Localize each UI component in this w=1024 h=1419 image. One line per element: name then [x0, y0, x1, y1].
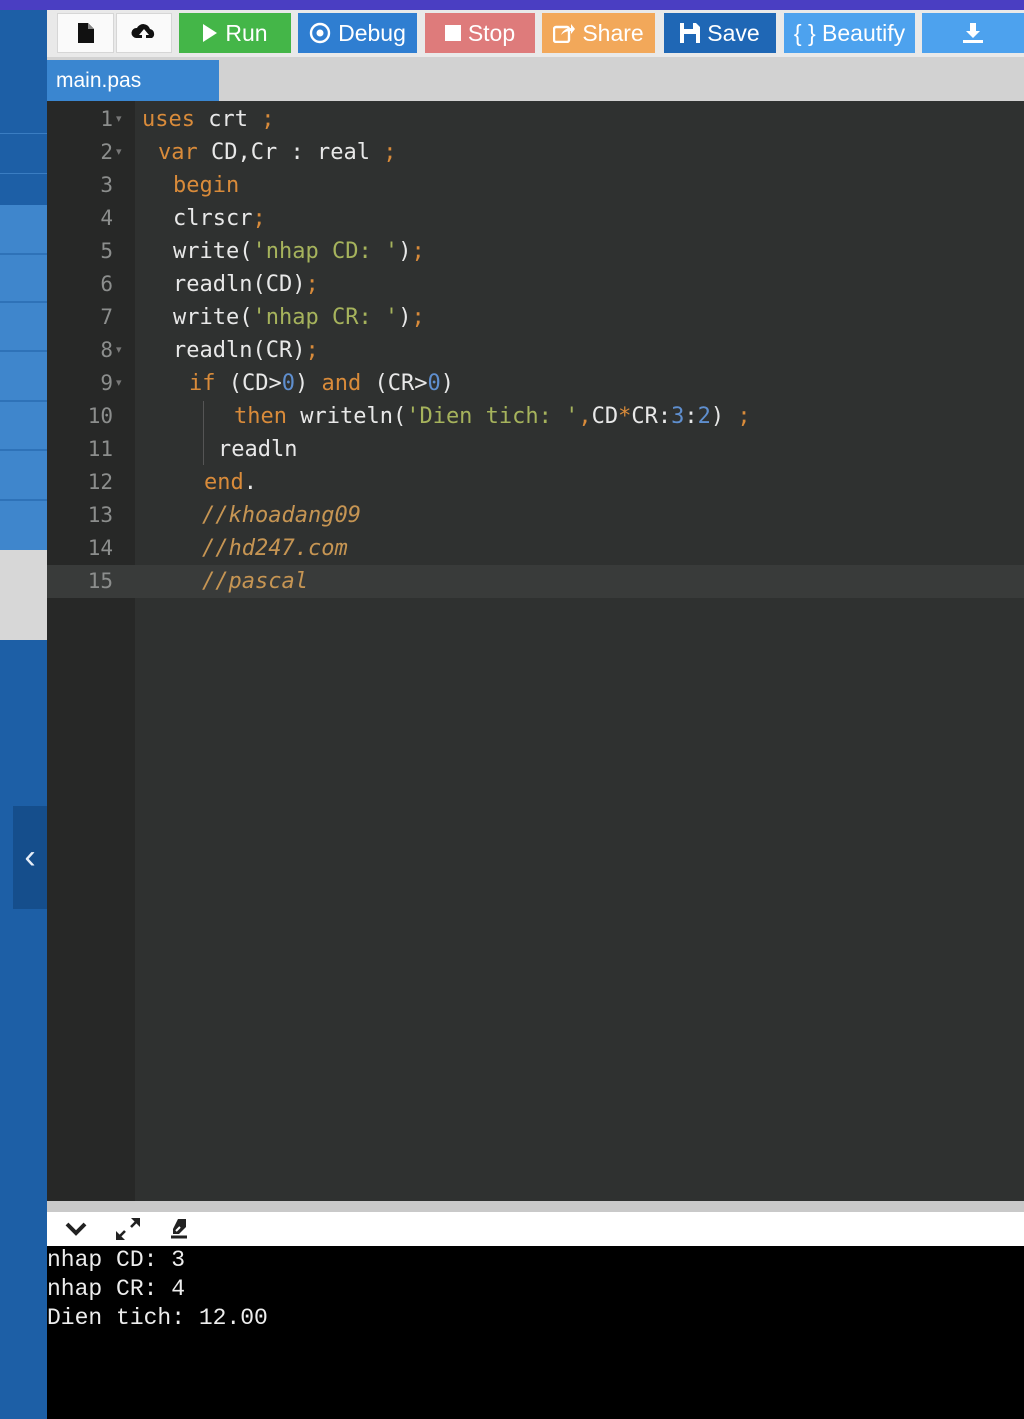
chevron-down-icon[interactable] — [62, 1216, 90, 1242]
code-line: 5 write('nhap CD: '); — [100, 239, 425, 264]
code-editor[interactable]: 1 ▾ uses crt ; 2 ▾ var CD,Cr : real ; 3 be… — [47, 101, 1024, 1201]
code-line: 12 end. — [87, 470, 257, 495]
window-top-strip — [0, 0, 1024, 10]
download-icon — [963, 23, 983, 43]
tab-main-pas[interactable]: main.pas — [47, 60, 219, 101]
fold-arrow-icon[interactable]: ▾ — [116, 334, 122, 367]
cloud-upload-icon — [131, 24, 155, 43]
new-file-button[interactable] — [57, 13, 114, 53]
beautify-button[interactable]: { } Beautify — [784, 13, 915, 53]
indent-guide — [203, 401, 204, 465]
stop-button[interactable]: Stop — [425, 13, 535, 53]
upload-button[interactable] — [116, 13, 172, 53]
panel-splitter[interactable] — [47, 1201, 1024, 1212]
sidebar-ad-area — [0, 550, 47, 640]
code-line: 11 readln — [87, 437, 298, 462]
code-line: 2 ▾ var CD,Cr : real ; — [47, 136, 1024, 169]
share-button[interactable]: Share — [542, 13, 655, 53]
console-line: Dien tich: 12.00 — [47, 1305, 268, 1331]
download-button[interactable] — [922, 13, 1024, 53]
console-toolbar — [47, 1212, 1024, 1246]
save-button[interactable]: Save — [664, 13, 776, 53]
run-button[interactable]: Run — [179, 13, 291, 53]
stop-icon — [444, 25, 461, 41]
floppy-icon — [680, 23, 701, 43]
code-line: 8 ▾ readln(CR); — [47, 334, 1024, 367]
code-line: 14 //hd247.com — [87, 536, 348, 561]
share-icon — [553, 24, 576, 43]
play-icon — [203, 24, 218, 42]
fold-arrow-icon[interactable]: ▾ — [116, 367, 122, 400]
code-line: 13 //khoadang09 — [87, 503, 361, 528]
code-line: 1 ▾ uses crt ; — [47, 103, 1024, 136]
expand-icon[interactable] — [114, 1216, 142, 1242]
code-line-active: 15 //pascal — [47, 565, 1024, 598]
sidebar-menu — [0, 205, 47, 550]
file-icon — [77, 23, 94, 43]
file-tab-bar: main.pas — [47, 57, 1024, 101]
code-line: 4 clrscr; — [100, 206, 266, 231]
code-line: 9 ▾ if (CD>0) and (CR>0) — [47, 367, 1024, 400]
fold-arrow-icon[interactable]: ▾ — [116, 136, 122, 169]
code-line: 6 readln(CD); — [100, 272, 319, 297]
chevron-left-icon: ‹ — [24, 838, 36, 876]
code-line: 10 then writeln('Dien tich: ',CD*CR:3:2)… — [87, 404, 751, 429]
console-line: nhap CR: 4 — [47, 1276, 186, 1302]
fold-arrow-icon[interactable]: ▾ — [116, 103, 122, 136]
console-line: nhap CD: 3 — [47, 1247, 186, 1273]
debug-icon — [309, 22, 331, 44]
sidebar-toggle-button[interactable]: ‹ — [13, 806, 47, 909]
eraser-icon[interactable] — [166, 1216, 194, 1242]
debug-button[interactable]: Debug — [298, 13, 417, 53]
toolbar: Run Debug Stop Share Save { } Beautify — [47, 10, 1024, 57]
console-output[interactable]: nhap CD: 3 nhap CR: 4 Dien tich: 12.00 — [47, 1246, 1024, 1419]
code-line: 7 write('nhap CR: '); — [100, 305, 425, 330]
code-line: 3 begin — [100, 173, 240, 198]
